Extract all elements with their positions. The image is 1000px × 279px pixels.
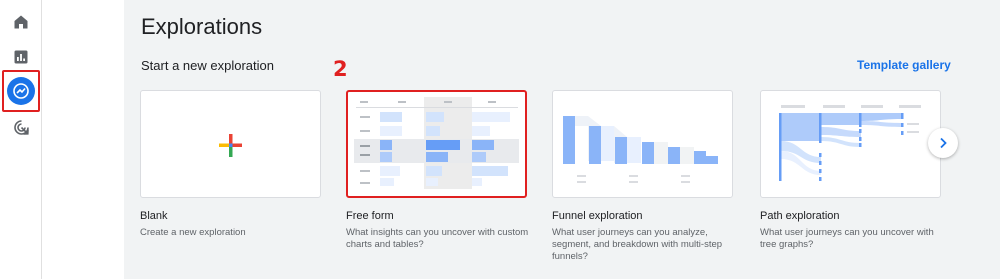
card-label-path: Path exploration <box>760 210 840 222</box>
card-label-free-form: Free form <box>346 210 394 222</box>
funnel-chart-thumbnail <box>563 116 718 183</box>
card-description-funnel: What user journeys can you analyze, segm… <box>552 227 723 262</box>
card-label-blank: Blank <box>140 210 168 222</box>
home-icon <box>14 15 28 29</box>
bar-chart-icon <box>14 50 28 64</box>
next-templates-button[interactable] <box>928 128 958 158</box>
path-tree-thumbnail <box>779 105 921 181</box>
card-funnel-exploration[interactable] <box>552 90 733 198</box>
card-description-blank: Create a new exploration <box>140 227 246 238</box>
main-content: Explorations Start a new exploration Tem… <box>124 0 1000 279</box>
nav-home[interactable] <box>6 7 36 37</box>
left-nav-rail <box>0 0 42 279</box>
card-path-exploration[interactable] <box>760 90 941 198</box>
advertising-icon <box>13 119 29 135</box>
plus-icon <box>219 134 242 157</box>
card-free-form[interactable] <box>346 90 527 198</box>
annotation-step-2: 2 <box>333 57 348 81</box>
card-label-funnel: Funnel exploration <box>552 210 643 222</box>
section-heading: Start a new exploration <box>141 58 274 73</box>
card-description-path: What user journeys can you uncover with … <box>760 227 934 250</box>
template-gallery-link[interactable]: Template gallery <box>857 58 951 72</box>
secondary-panel <box>42 0 124 279</box>
free-form-table-thumbnail <box>354 97 519 189</box>
card-blank[interactable] <box>140 90 321 198</box>
nav-reports[interactable] <box>6 42 36 72</box>
page-title: Explorations <box>141 14 263 39</box>
card-description-free-form: What insights can you uncover with custo… <box>346 227 529 250</box>
chevron-right-icon <box>940 137 947 149</box>
nav-advertising[interactable] <box>6 112 36 142</box>
highlight-box-explore <box>2 70 40 112</box>
